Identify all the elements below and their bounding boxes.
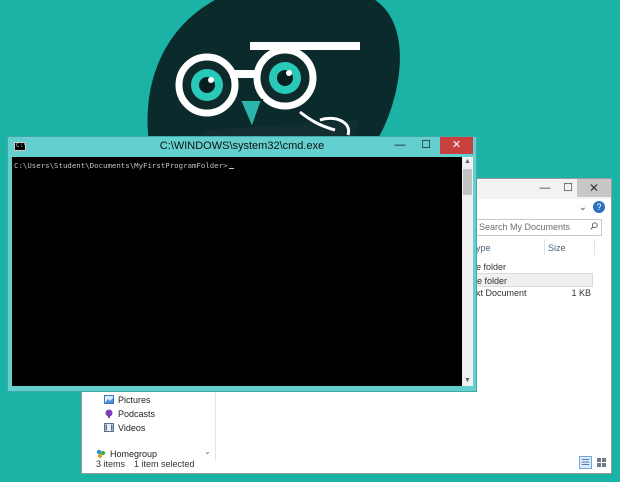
search-input[interactable]: Search My Documents <box>476 219 602 236</box>
file-type: e folder <box>477 276 508 286</box>
nav-label: Podcasts <box>118 409 156 419</box>
nav-scroll-down-arrow[interactable]: ⌄ <box>204 447 211 456</box>
scroll-up-arrow[interactable]: ▲ <box>462 157 473 167</box>
file-row-selected[interactable]: e folder <box>476 273 593 287</box>
console-area[interactable]: C:\Users\Student\Documents\MyFirstProgra… <box>12 157 462 386</box>
console-prompt: C:\Users\Student\Documents\MyFirstProgra… <box>14 161 228 170</box>
column-divider[interactable] <box>594 239 595 255</box>
file-row[interactable]: e folder <box>476 260 593 274</box>
nav-label: Pictures <box>118 395 151 405</box>
homegroup-icon <box>96 449 106 458</box>
column-divider[interactable] <box>544 239 545 255</box>
console-scrollbar[interactable]: ▲ ▼ <box>462 157 473 386</box>
details-view-icon[interactable] <box>579 456 592 469</box>
address-history-chevron[interactable]: ⌄ <box>579 202 587 213</box>
status-item-count: 3 items <box>96 459 126 469</box>
large-icons-view-icon[interactable] <box>595 456 608 469</box>
nav-item-pictures[interactable]: Pictures <box>104 394 151 407</box>
nav-item-videos[interactable]: Videos <box>104 422 145 435</box>
command-prompt-window: C:\ C:\WINDOWS\system32\cmd.exe — ☐ ✕ C:… <box>7 136 477 392</box>
explorer-minimize-button[interactable]: — <box>537 181 553 195</box>
nav-label: Homegroup <box>110 449 158 459</box>
navigation-pane: Pictures Podcasts Videos Homegroup <box>82 387 216 461</box>
help-icon[interactable]: ? <box>593 201 605 213</box>
text-cursor <box>228 168 234 169</box>
maximize-button[interactable]: ☐ <box>414 137 438 154</box>
file-size: 1 KB <box>571 288 591 298</box>
minimize-button[interactable]: — <box>388 137 412 154</box>
pictures-icon <box>104 395 114 404</box>
search-placeholder: Search My Documents <box>479 222 571 232</box>
search-icon <box>590 222 598 230</box>
scroll-down-arrow[interactable]: ▼ <box>462 376 473 386</box>
file-type: xt Document <box>476 288 527 298</box>
podcasts-icon <box>105 409 113 418</box>
file-row[interactable]: xt Document 1 KB <box>476 286 593 300</box>
scrollbar-thumb[interactable] <box>463 169 472 195</box>
videos-icon <box>104 423 114 432</box>
file-type: e folder <box>476 262 507 272</box>
status-selection: 1 item selected <box>134 459 195 469</box>
explorer-maximize-button[interactable]: ☐ <box>560 181 576 195</box>
explorer-close-button[interactable]: ✕ <box>577 179 611 197</box>
close-button[interactable]: ✕ <box>440 137 473 154</box>
column-header-type[interactable]: ype <box>476 243 491 253</box>
column-header-size[interactable]: Size <box>548 243 566 253</box>
nav-item-podcasts[interactable]: Podcasts <box>104 408 155 421</box>
nav-label: Videos <box>118 423 146 433</box>
